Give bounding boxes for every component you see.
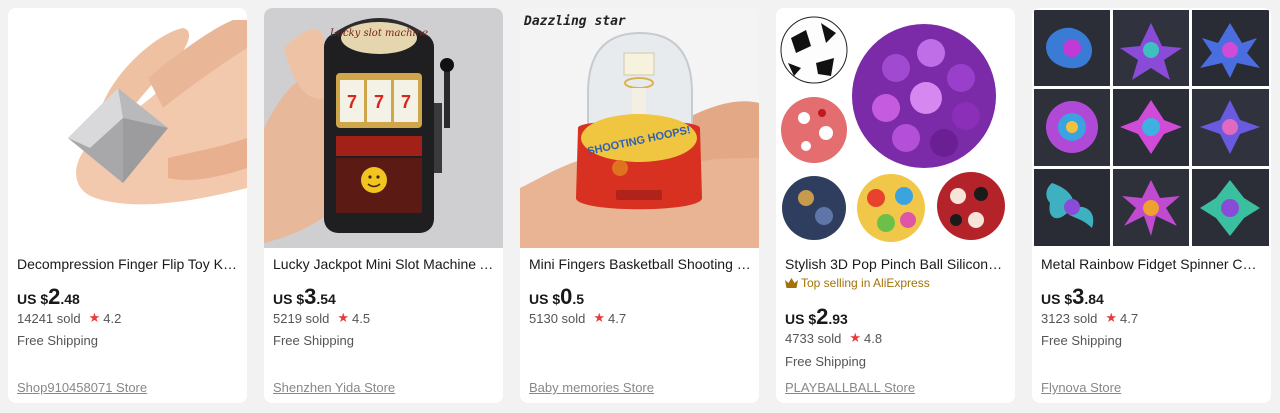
svg-text:7: 7 bbox=[401, 92, 411, 112]
svg-text:7: 7 bbox=[347, 92, 357, 112]
sales-rating: 14241 sold ★ 4.2 bbox=[17, 310, 121, 326]
sales-rating: 3123 sold ★ 4.7 bbox=[1041, 310, 1138, 326]
flip-toy-image bbox=[8, 8, 247, 248]
star-icon: ★ bbox=[849, 330, 862, 345]
sold-count: 3123 sold bbox=[1041, 310, 1098, 326]
product-image[interactable]: Dazzling star SHOOTING HOOPS! bbox=[520, 8, 759, 248]
product-title[interactable]: Decompression Finger Flip Toy Kin… bbox=[17, 255, 239, 273]
sold-count: 4733 sold bbox=[785, 330, 842, 346]
product-image[interactable] bbox=[1032, 8, 1271, 248]
sold-count: 14241 sold bbox=[17, 310, 81, 326]
star-icon: ★ bbox=[337, 310, 350, 325]
product-image[interactable]: Lucky slot machine 7 7 7 bbox=[264, 8, 503, 248]
rating-value: 4.2 bbox=[103, 310, 122, 326]
product-title[interactable]: Metal Rainbow Fidget Spinner Col… bbox=[1041, 255, 1263, 273]
product-price: US $2.48 bbox=[17, 284, 80, 309]
shipping-label: Free Shipping bbox=[17, 333, 98, 348]
pop-ball-image bbox=[776, 8, 1015, 248]
product-price: US $3.84 bbox=[1041, 284, 1104, 309]
rating-value: 4.7 bbox=[1120, 310, 1139, 326]
slot-machine-image: Lucky slot machine 7 7 7 bbox=[264, 8, 503, 248]
slot-sign-text: Lucky slot machine bbox=[329, 28, 428, 39]
store-link[interactable]: Baby memories Store bbox=[529, 380, 654, 395]
shipping-label: Free Shipping bbox=[785, 354, 866, 369]
basketball-game-image: Dazzling star SHOOTING HOOPS! bbox=[520, 8, 759, 248]
image-caption: Dazzling star bbox=[523, 14, 626, 29]
product-card[interactable]: Stylish 3D Pop Pinch Ball Silicone P… To… bbox=[776, 8, 1015, 403]
product-card[interactable]: Metal Rainbow Fidget Spinner Col… US $3.… bbox=[1032, 8, 1271, 403]
top-selling-badge: Top selling in AliExpress bbox=[785, 276, 930, 290]
crown-icon bbox=[785, 278, 798, 288]
shipping-label: Free Shipping bbox=[273, 333, 354, 348]
store-link[interactable]: PLAYBALLBALL Store bbox=[785, 380, 915, 395]
svg-text:7: 7 bbox=[374, 92, 384, 112]
store-link[interactable]: Shenzhen Yida Store bbox=[273, 380, 395, 395]
star-icon: ★ bbox=[88, 310, 101, 325]
product-title[interactable]: Stylish 3D Pop Pinch Ball Silicone P… bbox=[785, 255, 1007, 273]
rating-value: 4.8 bbox=[864, 330, 883, 346]
rating-value: 4.5 bbox=[352, 310, 371, 326]
product-price: US $0.5 bbox=[529, 284, 585, 309]
product-card[interactable]: Dazzling star SHOOTING HOOPS! Mini Finge… bbox=[520, 8, 759, 403]
product-price: US $3.54 bbox=[273, 284, 336, 309]
sold-count: 5130 sold bbox=[529, 310, 586, 326]
product-card[interactable]: Decompression Finger Flip Toy Kin… US $2… bbox=[8, 8, 247, 403]
store-link[interactable]: Flynova Store bbox=[1041, 380, 1121, 395]
fidget-spinner-image bbox=[1032, 8, 1271, 248]
star-icon: ★ bbox=[1105, 310, 1118, 325]
store-link[interactable]: Shop910458071 Store bbox=[17, 380, 147, 395]
sales-rating: 4733 sold ★ 4.8 bbox=[785, 330, 882, 346]
sales-rating: 5219 sold ★ 4.5 bbox=[273, 310, 370, 326]
shipping-label: Free Shipping bbox=[1041, 333, 1122, 348]
product-price: US $2.93 bbox=[785, 304, 848, 329]
product-image[interactable] bbox=[776, 8, 1015, 248]
sold-count: 5219 sold bbox=[273, 310, 330, 326]
product-card[interactable]: Lucky slot machine 7 7 7 Lucky Jackpot M… bbox=[264, 8, 503, 403]
star-icon: ★ bbox=[593, 310, 606, 325]
product-title[interactable]: Lucky Jackpot Mini Slot Machine A… bbox=[273, 255, 495, 273]
rating-value: 4.7 bbox=[608, 310, 627, 326]
sales-rating: 5130 sold ★ 4.7 bbox=[529, 310, 626, 326]
product-image[interactable] bbox=[8, 8, 247, 248]
product-row: Decompression Finger Flip Toy Kin… US $2… bbox=[0, 0, 1280, 413]
product-title[interactable]: Mini Fingers Basketball Shooting G… bbox=[529, 255, 751, 273]
